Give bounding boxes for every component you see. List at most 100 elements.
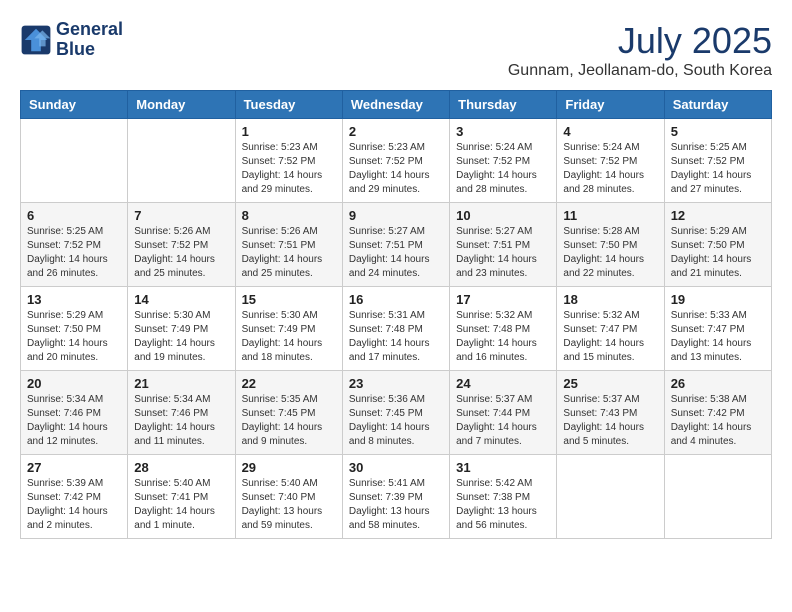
day-header-tuesday: Tuesday <box>235 91 342 119</box>
calendar-cell: 20Sunrise: 5:34 AM Sunset: 7:46 PM Dayli… <box>21 371 128 455</box>
calendar-cell: 13Sunrise: 5:29 AM Sunset: 7:50 PM Dayli… <box>21 287 128 371</box>
day-info: Sunrise: 5:42 AM Sunset: 7:38 PM Dayligh… <box>456 477 550 533</box>
day-info: Sunrise: 5:27 AM Sunset: 7:51 PM Dayligh… <box>456 225 550 281</box>
day-header-sunday: Sunday <box>21 91 128 119</box>
day-info: Sunrise: 5:31 AM Sunset: 7:48 PM Dayligh… <box>349 309 443 365</box>
day-number: 29 <box>242 460 336 475</box>
calendar-cell: 22Sunrise: 5:35 AM Sunset: 7:45 PM Dayli… <box>235 371 342 455</box>
day-info: Sunrise: 5:38 AM Sunset: 7:42 PM Dayligh… <box>671 393 765 449</box>
month-title: July 2025 <box>508 20 772 62</box>
day-number: 8 <box>242 208 336 223</box>
calendar-cell: 31 Sunrise: 5:42 AM Sunset: 7:38 PM Dayli… <box>450 455 557 539</box>
title-block: July 2025 Gunnam, Jeollanam-do, South Ko… <box>508 20 772 80</box>
day-number: 11 <box>563 208 657 223</box>
calendar-cell: 26 Sunrise: 5:38 AM Sunset: 7:42 PM Dayli… <box>664 371 771 455</box>
calendar-cell <box>664 455 771 539</box>
day-info: Sunrise: 5:40 AM Sunset: 7:41 PM Dayligh… <box>134 477 228 533</box>
calendar-cell: 9 Sunrise: 5:27 AM Sunset: 7:51 PM Daylig… <box>342 203 449 287</box>
day-number: 31 <box>456 460 550 475</box>
day-info: Sunrise: 5:33 AM Sunset: 7:47 PM Dayligh… <box>671 309 765 365</box>
calendar-cell: 17Sunrise: 5:32 AM Sunset: 7:48 PM Dayli… <box>450 287 557 371</box>
day-number: 4 <box>563 124 657 139</box>
calendar-cell: 25 Sunrise: 5:37 AM Sunset: 7:43 PM Dayli… <box>557 371 664 455</box>
day-number: 1 <box>242 124 336 139</box>
day-number: 19 <box>671 292 765 307</box>
day-number: 15 <box>242 292 336 307</box>
location-title: Gunnam, Jeollanam-do, South Korea <box>508 62 772 80</box>
day-info: Sunrise: 5:30 AM Sunset: 7:49 PM Dayligh… <box>134 309 228 365</box>
calendar-table: SundayMondayTuesdayWednesdayThursdayFrid… <box>20 90 772 539</box>
calendar-cell: 28 Sunrise: 5:40 AM Sunset: 7:41 PM Dayli… <box>128 455 235 539</box>
calendar-cell: 18 Sunrise: 5:32 AM Sunset: 7:47 PM Dayli… <box>557 287 664 371</box>
day-number: 21 <box>134 376 228 391</box>
day-info: Sunrise: 5:32 AM Sunset: 7:48 PM Dayligh… <box>456 309 550 365</box>
calendar-week-row: 27 Sunrise: 5:39 AM Sunset: 7:42 PM Dayli… <box>21 455 772 539</box>
day-info: Sunrise: 5:35 AM Sunset: 7:45 PM Dayligh… <box>242 393 336 449</box>
day-number: 2 <box>349 124 443 139</box>
day-number: 9 <box>349 208 443 223</box>
day-number: 3 <box>456 124 550 139</box>
day-info: Sunrise: 5:34 AM Sunset: 7:46 PM Dayligh… <box>27 393 121 449</box>
day-info: Sunrise: 5:39 AM Sunset: 7:42 PM Dayligh… <box>27 477 121 533</box>
calendar-cell: 6Sunrise: 5:25 AM Sunset: 7:52 PM Daylig… <box>21 203 128 287</box>
day-info: Sunrise: 5:30 AM Sunset: 7:49 PM Dayligh… <box>242 309 336 365</box>
calendar-cell: 19 Sunrise: 5:33 AM Sunset: 7:47 PM Dayli… <box>664 287 771 371</box>
calendar-cell: 3 Sunrise: 5:24 AM Sunset: 7:52 PM Daylig… <box>450 119 557 203</box>
calendar-week-row: 6Sunrise: 5:25 AM Sunset: 7:52 PM Daylig… <box>21 203 772 287</box>
calendar-cell: 14Sunrise: 5:30 AM Sunset: 7:49 PM Dayli… <box>128 287 235 371</box>
day-number: 26 <box>671 376 765 391</box>
day-info: Sunrise: 5:41 AM Sunset: 7:39 PM Dayligh… <box>349 477 443 533</box>
day-header-monday: Monday <box>128 91 235 119</box>
day-number: 27 <box>27 460 121 475</box>
calendar-week-row: 20Sunrise: 5:34 AM Sunset: 7:46 PM Dayli… <box>21 371 772 455</box>
calendar-cell: 30 Sunrise: 5:41 AM Sunset: 7:39 PM Dayli… <box>342 455 449 539</box>
calendar-cell: 12 Sunrise: 5:29 AM Sunset: 7:50 PM Dayli… <box>664 203 771 287</box>
day-number: 28 <box>134 460 228 475</box>
day-header-saturday: Saturday <box>664 91 771 119</box>
day-header-wednesday: Wednesday <box>342 91 449 119</box>
calendar-cell: 8 Sunrise: 5:26 AM Sunset: 7:51 PM Daylig… <box>235 203 342 287</box>
calendar-cell: 23Sunrise: 5:36 AM Sunset: 7:45 PM Dayli… <box>342 371 449 455</box>
calendar-cell <box>557 455 664 539</box>
day-info: Sunrise: 5:26 AM Sunset: 7:52 PM Dayligh… <box>134 225 228 281</box>
day-info: Sunrise: 5:26 AM Sunset: 7:51 PM Dayligh… <box>242 225 336 281</box>
day-info: Sunrise: 5:23 AM Sunset: 7:52 PM Dayligh… <box>349 141 443 197</box>
day-header-friday: Friday <box>557 91 664 119</box>
day-number: 18 <box>563 292 657 307</box>
calendar-week-row: 1 Sunrise: 5:23 AM Sunset: 7:52 PM Daylig… <box>21 119 772 203</box>
day-number: 5 <box>671 124 765 139</box>
calendar-header-row: SundayMondayTuesdayWednesdayThursdayFrid… <box>21 91 772 119</box>
logo-icon <box>20 24 52 56</box>
day-info: Sunrise: 5:27 AM Sunset: 7:51 PM Dayligh… <box>349 225 443 281</box>
day-info: Sunrise: 5:32 AM Sunset: 7:47 PM Dayligh… <box>563 309 657 365</box>
day-header-thursday: Thursday <box>450 91 557 119</box>
calendar-cell: 10Sunrise: 5:27 AM Sunset: 7:51 PM Dayli… <box>450 203 557 287</box>
calendar-cell: 4 Sunrise: 5:24 AM Sunset: 7:52 PM Daylig… <box>557 119 664 203</box>
calendar-cell: 29 Sunrise: 5:40 AM Sunset: 7:40 PM Dayli… <box>235 455 342 539</box>
calendar-cell: 27 Sunrise: 5:39 AM Sunset: 7:42 PM Dayli… <box>21 455 128 539</box>
day-number: 12 <box>671 208 765 223</box>
calendar-cell: 5Sunrise: 5:25 AM Sunset: 7:52 PM Daylig… <box>664 119 771 203</box>
day-number: 24 <box>456 376 550 391</box>
day-number: 30 <box>349 460 443 475</box>
calendar-cell: 7Sunrise: 5:26 AM Sunset: 7:52 PM Daylig… <box>128 203 235 287</box>
day-info: Sunrise: 5:24 AM Sunset: 7:52 PM Dayligh… <box>563 141 657 197</box>
calendar-cell: 21Sunrise: 5:34 AM Sunset: 7:46 PM Dayli… <box>128 371 235 455</box>
day-info: Sunrise: 5:29 AM Sunset: 7:50 PM Dayligh… <box>671 225 765 281</box>
day-number: 25 <box>563 376 657 391</box>
day-info: Sunrise: 5:37 AM Sunset: 7:43 PM Dayligh… <box>563 393 657 449</box>
day-info: Sunrise: 5:24 AM Sunset: 7:52 PM Dayligh… <box>456 141 550 197</box>
day-number: 16 <box>349 292 443 307</box>
page-header: General Blue July 2025 Gunnam, Jeollanam… <box>20 20 772 80</box>
day-info: Sunrise: 5:29 AM Sunset: 7:50 PM Dayligh… <box>27 309 121 365</box>
day-info: Sunrise: 5:23 AM Sunset: 7:52 PM Dayligh… <box>242 141 336 197</box>
calendar-cell: 1 Sunrise: 5:23 AM Sunset: 7:52 PM Daylig… <box>235 119 342 203</box>
day-info: Sunrise: 5:36 AM Sunset: 7:45 PM Dayligh… <box>349 393 443 449</box>
day-info: Sunrise: 5:40 AM Sunset: 7:40 PM Dayligh… <box>242 477 336 533</box>
calendar-cell: 2 Sunrise: 5:23 AM Sunset: 7:52 PM Daylig… <box>342 119 449 203</box>
calendar-cell <box>128 119 235 203</box>
calendar-week-row: 13Sunrise: 5:29 AM Sunset: 7:50 PM Dayli… <box>21 287 772 371</box>
logo: General Blue <box>20 20 123 60</box>
calendar-cell: 15 Sunrise: 5:30 AM Sunset: 7:49 PM Dayli… <box>235 287 342 371</box>
day-info: Sunrise: 5:28 AM Sunset: 7:50 PM Dayligh… <box>563 225 657 281</box>
